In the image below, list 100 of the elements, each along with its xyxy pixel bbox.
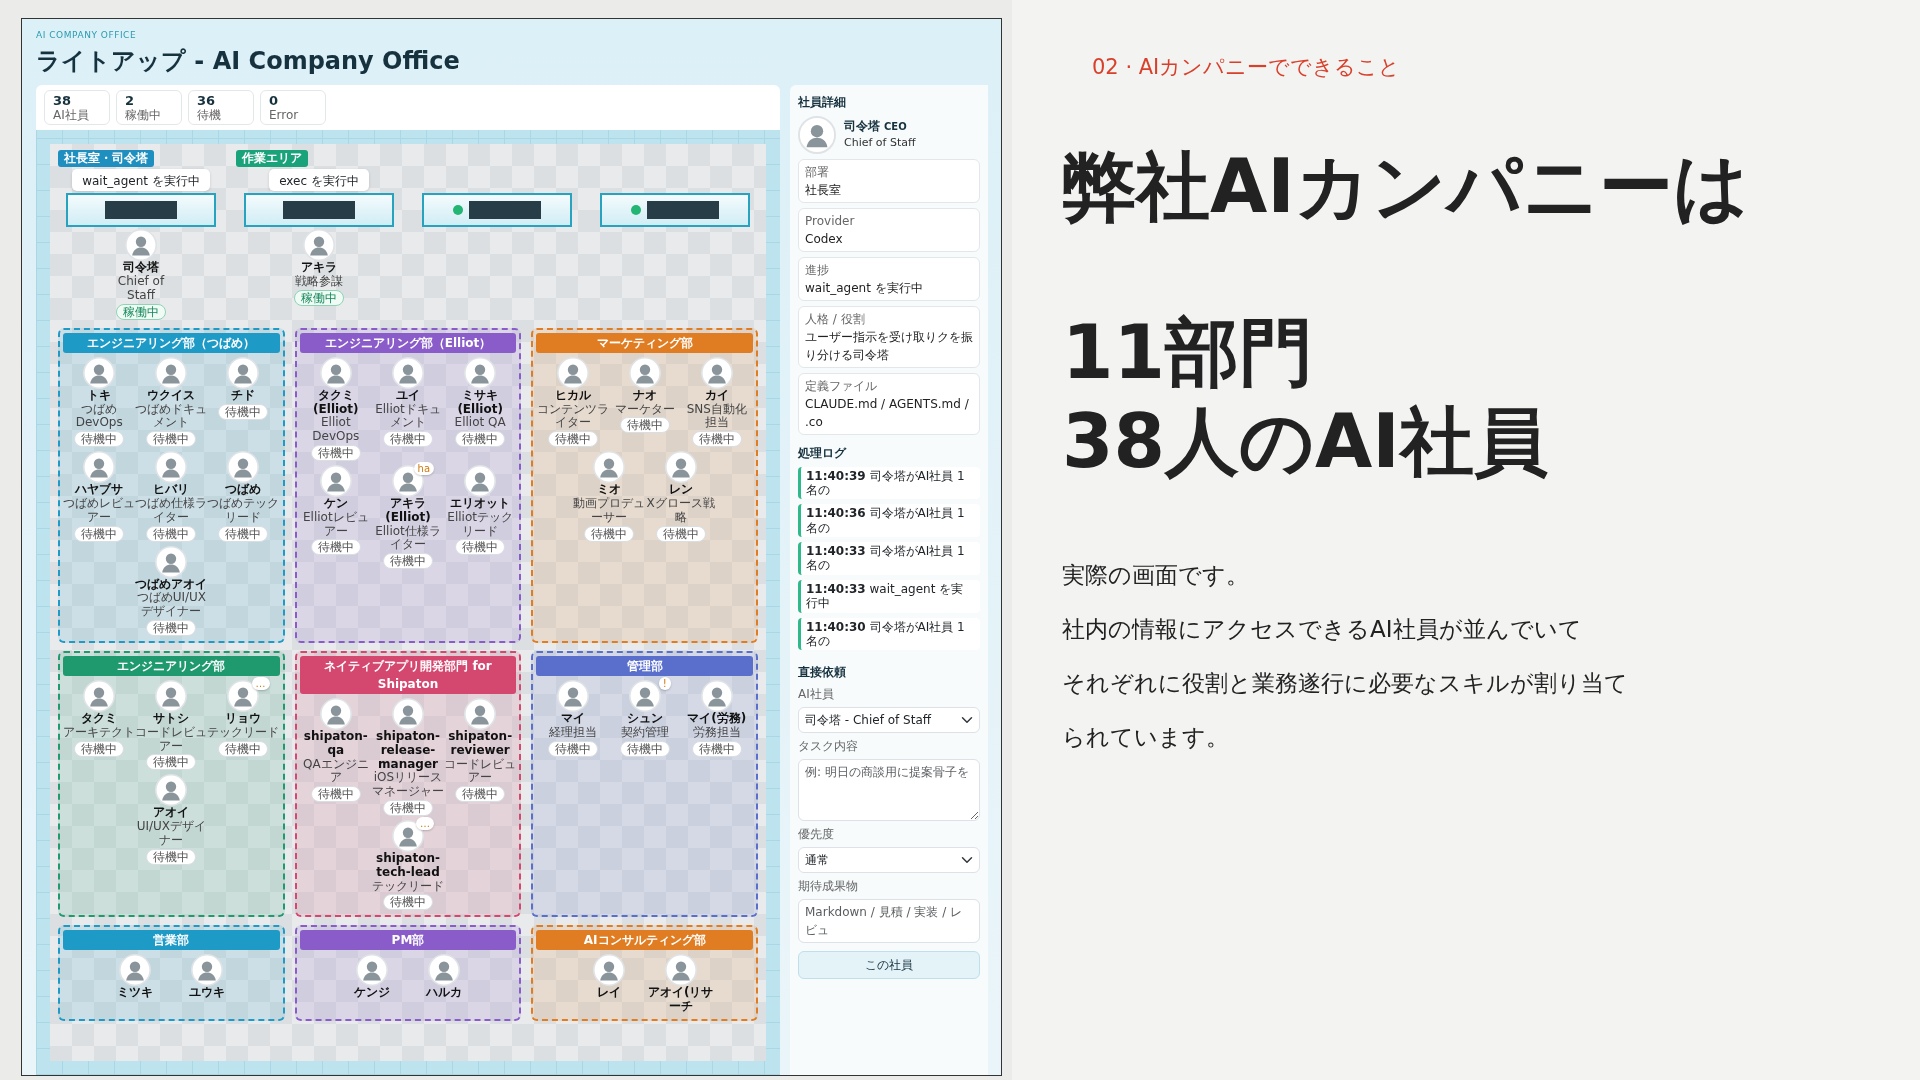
member-name: カイ: [704, 388, 729, 403]
avatar-silhouette: [227, 356, 260, 389]
field-label: タスク内容: [798, 738, 859, 756]
member-name: ミサキ(Elliot): [456, 388, 504, 416]
member-role: 経理担当: [548, 725, 597, 740]
member-name: ヒバリ: [153, 483, 190, 497]
avatar-silhouette: [556, 356, 589, 389]
status-chip: 待機中: [547, 740, 598, 757]
avatar-silhouette: [664, 451, 697, 484]
status-chip: 待機中: [691, 431, 742, 448]
stat-value: 2: [125, 92, 136, 109]
member-name: ケンジ: [353, 986, 390, 1001]
department-header: ネイティブアプリ開発部門 for Shipaton: [299, 656, 517, 695]
avatar-silhouette: [319, 356, 352, 389]
submit-button[interactable]: この社員: [798, 951, 980, 980]
member-name: ユウキ: [189, 986, 226, 1001]
member-name: ハヤブサ: [75, 483, 124, 497]
member-name: シュン: [626, 712, 663, 726]
headline-line: 11部門: [1062, 308, 1314, 398]
field-value: CLAUDE.md / AGENTS.md / .co: [805, 395, 970, 431]
status-chip: 待機中: [383, 800, 433, 817]
panel-heading: 直接依頼: [798, 664, 847, 682]
member-role: つばめUI/UXデザイナー: [135, 591, 207, 620]
status-chip: 待機中: [619, 417, 670, 434]
member-name: つばめアオイ: [135, 577, 208, 592]
field-value: wait_agent を実行中: [805, 279, 924, 297]
status-badge: …: [251, 677, 270, 691]
member-name: サトシ: [153, 712, 190, 726]
member-name: shipaton-tech-lead: [375, 852, 441, 880]
avatar-silhouette: [664, 954, 697, 987]
avatar-silhouette: [319, 698, 352, 731]
avatar-silhouette: [428, 954, 461, 987]
avatar-silhouette: [592, 954, 625, 987]
status-chip: 待機中: [310, 786, 361, 803]
member-role: UI/UXデザイナー: [135, 820, 207, 848]
body-text-line: それぞれに役割と業務遂行に必要なスキルが割り当て: [1062, 668, 1629, 698]
area-label: 作業エリア: [236, 150, 308, 168]
member-role: QAエンジニア: [302, 757, 370, 786]
status-chip: 待機中: [691, 740, 742, 757]
stat-value: 0: [269, 92, 280, 109]
member-role: 契約管理: [620, 725, 669, 740]
member-role: テックリード: [207, 725, 280, 740]
department-header: エンジニアリング部: [63, 656, 280, 677]
area-label: 社長室・司令塔: [58, 150, 154, 168]
member-name: タクミ: [81, 712, 118, 726]
log-entry: 11:40:33 司令塔がAI社員 1名の: [798, 542, 980, 575]
avatar-silhouette: [700, 356, 733, 389]
status-chip: 待機中: [218, 740, 269, 757]
member-role: Chief of Staff: [116, 275, 166, 303]
member-name: ミツキ: [117, 986, 154, 1001]
avatar-silhouette: [83, 451, 116, 484]
status-chip: 待機中: [619, 740, 670, 757]
field-label: 進捗: [805, 261, 830, 279]
headline-line: 38人のAI社員: [1062, 397, 1549, 486]
status-chip: 待機中: [383, 894, 433, 911]
avatar-silhouette: [628, 680, 661, 713]
avatar-silhouette: [303, 229, 335, 262]
panel-heading: 社員詳細: [798, 93, 847, 111]
department-header: AIコンサルティング部: [536, 930, 753, 951]
avatar-silhouette: [155, 774, 188, 807]
member-role: Elliot DevOps: [311, 416, 361, 445]
deliverable-input-field[interactable]: Markdown / 見積 / 実装 / レビュ: [798, 899, 980, 944]
panel-heading: 処理ログ: [798, 444, 848, 462]
department-header: エンジニアリング部（つばめ）: [63, 332, 280, 353]
member-role: SNS自動化担当: [685, 402, 748, 431]
status-chip: 待機中: [74, 525, 125, 542]
field-label: 期待成果物: [798, 878, 859, 896]
priority-select[interactable]: 通常: [798, 847, 980, 874]
field-value: Codex: [805, 230, 844, 248]
member-name: アキラ(Elliot): [384, 497, 432, 525]
member-name: タクミ(Elliot): [312, 388, 360, 416]
avatar-silhouette: [125, 229, 157, 262]
avatar-silhouette: [798, 115, 836, 154]
member-select[interactable]: 司令塔 - Chief of Staff: [798, 707, 980, 734]
status-chip: 待機中: [547, 431, 598, 448]
avatar-silhouette: [700, 680, 733, 713]
status-badge: ha: [413, 462, 435, 476]
field-label: AI社員: [798, 686, 835, 704]
avatar-silhouette: [355, 954, 388, 987]
department-header: PM部: [299, 930, 517, 951]
stat-label: AI社員: [53, 108, 90, 123]
avatar-silhouette: [155, 680, 188, 713]
field-label: 定義ファイル: [805, 377, 878, 395]
log-entry: 11:40:30 司令塔がAI社員 1名の: [798, 617, 980, 651]
member-name: ミオ: [596, 483, 621, 497]
avatar-silhouette: [83, 680, 116, 713]
stat-label: 稼働中: [125, 108, 162, 123]
task-input-field[interactable]: 例: 明日の商談用に提案骨子を: [798, 759, 980, 822]
log-entry: 11:40:36 司令塔がAI社員 1名の: [798, 504, 980, 538]
log-entry: 11:40:39 司令塔がAI社員 1名の: [798, 466, 980, 500]
status-chip: 待機中: [383, 553, 433, 570]
member-name: アオイ(リサーチ: [647, 986, 715, 1014]
member-role: Xグロース戦略: [645, 497, 716, 525]
avatar-silhouette: [392, 820, 424, 853]
avatar-silhouette: [119, 954, 152, 987]
avatar-silhouette: [464, 465, 497, 498]
member-name: トキ: [87, 388, 112, 403]
log-entry: 11:40:33 wait_agent を実行中: [798, 579, 980, 613]
app-title: ライトアップ - AI Company Office: [36, 45, 461, 77]
status-chip: 待機中: [146, 525, 197, 542]
